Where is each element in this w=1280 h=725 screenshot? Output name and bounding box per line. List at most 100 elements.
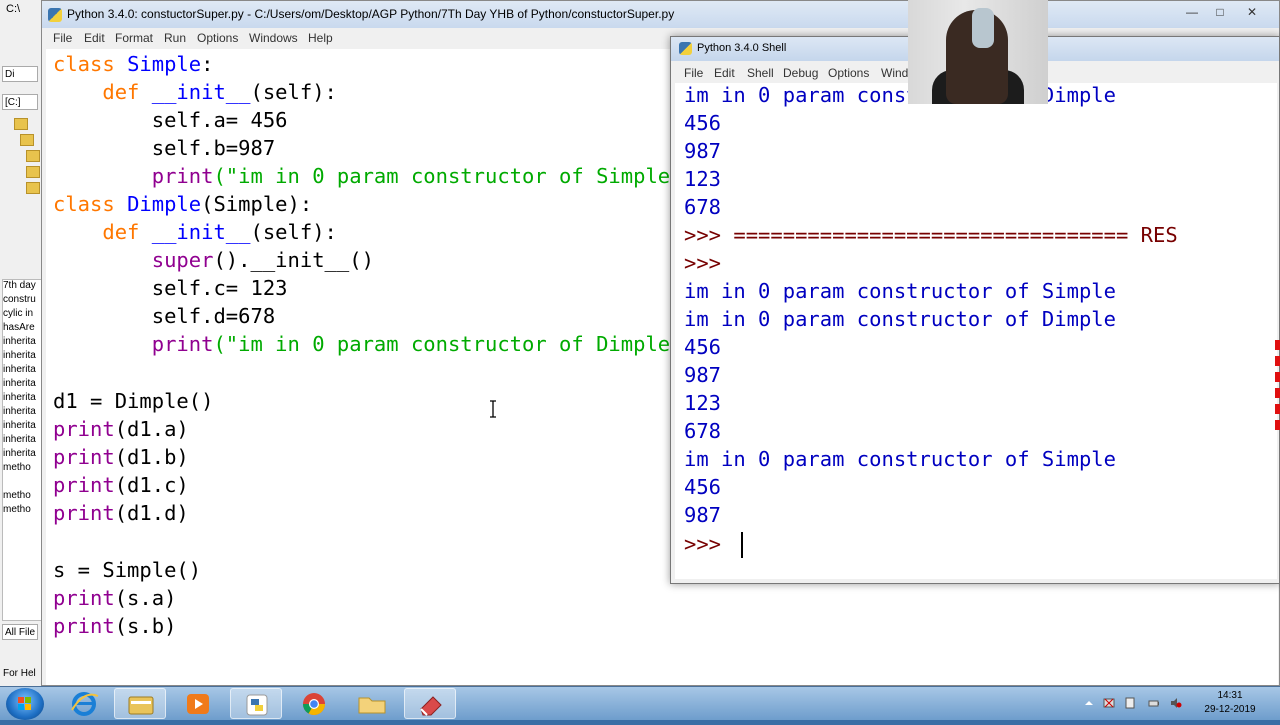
explorer-file-item[interactable]: inherita	[3, 447, 36, 461]
shell-output[interactable]: im in 0 param constructor of Dimple 456 …	[675, 83, 1277, 579]
code-line: class Simple:	[53, 52, 214, 76]
explorer-drive-box[interactable]: [C:]	[2, 94, 38, 110]
explorer-file-item[interactable]: 7th day	[3, 279, 36, 293]
shell-menu-debug[interactable]: Debug	[783, 66, 818, 80]
folder-icon	[358, 697, 386, 714]
folder-icon	[26, 166, 40, 178]
explorer-title: C:\	[6, 3, 21, 15]
taskbar-folder[interactable]	[346, 688, 398, 719]
explorer-file-item[interactable]: cylic in	[3, 307, 33, 321]
shell-title: Python 3.4.0 Shell	[697, 42, 787, 54]
code-line: d1 = Dimple()	[53, 389, 214, 413]
media-player-icon	[187, 694, 209, 714]
output-line: 987	[684, 139, 722, 163]
code-line: print(s.a)	[53, 586, 177, 610]
code-line: print("im in 0 param constructor of Dimp…	[151, 332, 695, 356]
code-line: super().__init__()	[151, 248, 374, 272]
clock-date[interactable]: 29-12-2019	[1200, 704, 1260, 715]
explorer-file-item[interactable]: inherita	[3, 405, 36, 419]
explorer-filter-box[interactable]: All File	[2, 624, 38, 640]
code-line: print(d1.b)	[53, 445, 189, 469]
red-mark	[1275, 420, 1280, 430]
output-line: im in 0 param constructor of Simple	[684, 279, 1116, 303]
clock-time[interactable]: 14:31	[1212, 690, 1248, 701]
code-line: print(s.b)	[53, 614, 177, 638]
editor-title: Python 3.4.0: constuctorSuper.py - C:/Us…	[67, 7, 675, 21]
python-icon	[246, 694, 268, 716]
shell-menu-edit[interactable]: Edit	[714, 66, 735, 80]
shell-menu-shell[interactable]: Shell	[747, 66, 774, 80]
webcam-bottle	[972, 8, 994, 48]
editor-menu-format[interactable]: Format	[115, 31, 153, 45]
red-mark	[1275, 340, 1280, 350]
taskbar-file-explorer[interactable]	[114, 688, 166, 719]
network-icon[interactable]	[1103, 697, 1115, 709]
output-line: 123	[684, 391, 722, 415]
code-line: self.a= 456	[151, 108, 288, 132]
code-line: def __init__(self):	[102, 220, 337, 244]
shell-menu-file[interactable]: File	[684, 66, 703, 80]
editor-titlebar[interactable]: Python 3.4.0: constuctorSuper.py - C:/Us…	[42, 1, 1279, 28]
explorer-file-item[interactable]: inherita	[3, 419, 36, 433]
editor-menu-windows[interactable]: Windows	[249, 31, 298, 45]
editor-menu-file[interactable]: File	[53, 31, 72, 45]
explorer-file-item[interactable]: inherita	[3, 377, 36, 391]
explorer-file-item[interactable]: inherita	[3, 349, 36, 363]
code-line: print(d1.d)	[53, 501, 189, 525]
output-line: 678	[684, 195, 722, 219]
volume-icon[interactable]	[1170, 697, 1182, 709]
taskbar-media-player[interactable]	[172, 688, 224, 719]
shell-prompt: >>>	[684, 251, 722, 275]
webcam-overlay	[908, 0, 1048, 104]
folder-icon	[26, 182, 40, 194]
power-icon[interactable]	[1148, 697, 1160, 709]
show-hidden-icons-icon[interactable]	[1083, 697, 1095, 709]
red-mark	[1275, 388, 1280, 398]
editor-menu-run[interactable]: Run	[164, 31, 186, 45]
explorer-file-item[interactable]: inherita	[3, 363, 36, 377]
editor-menu-edit[interactable]: Edit	[84, 31, 105, 45]
explorer-file-item[interactable]: hasAre	[3, 321, 35, 335]
restart-line: >>> ================================ RES	[684, 221, 1178, 249]
explorer-file-item[interactable]: metho	[3, 503, 31, 517]
python-icon	[679, 42, 692, 55]
explorer-file-item[interactable]: inherita	[3, 335, 36, 349]
editor-menu-help[interactable]: Help	[308, 31, 333, 45]
red-mark	[1275, 356, 1280, 366]
text-cursor-icon	[490, 400, 496, 418]
eraser-icon	[420, 696, 442, 716]
explorer-file-item[interactable]: constru	[3, 293, 36, 307]
explorer-address-box[interactable]: Di	[2, 66, 38, 82]
shell-menu-options[interactable]: Options	[828, 66, 869, 80]
action-center-icon[interactable]	[1124, 697, 1136, 709]
output-line: 456	[684, 475, 722, 499]
minimize-icon[interactable]: —	[1178, 3, 1206, 21]
windows-logo-icon	[18, 697, 31, 710]
output-line: 987	[684, 503, 722, 527]
taskbar-eraser-tool[interactable]	[404, 688, 456, 719]
explorer-file-item[interactable]: metho	[3, 489, 31, 503]
explorer-file-item[interactable]: metho	[3, 461, 31, 475]
chrome-icon	[303, 693, 325, 715]
red-mark	[1275, 404, 1280, 414]
maximize-icon[interactable]: □	[1206, 3, 1234, 21]
explorer-file-item[interactable]: inherita	[3, 391, 36, 405]
close-icon[interactable]: ✕	[1238, 3, 1266, 21]
text-caret	[741, 532, 743, 558]
taskbar-python-idle[interactable]	[230, 688, 282, 719]
code-line: print(d1.c)	[53, 473, 189, 497]
output-line: im in 0 param constructor of Dimple	[684, 83, 1116, 107]
editor-menu-options[interactable]: Options	[197, 31, 238, 45]
code-line: def __init__(self):	[102, 80, 337, 104]
code-line: self.d=678	[151, 304, 276, 328]
explorer-status-text: For Hel	[3, 668, 36, 679]
taskbar-internet-explorer[interactable]	[58, 688, 110, 719]
explorer-file-item[interactable]: inherita	[3, 433, 36, 447]
file-explorer-icon	[128, 696, 154, 715]
shell-prompt: >>>	[684, 223, 722, 247]
background-explorer-window: C:\ Di [C:] 7th day constru cylic in has…	[0, 0, 45, 686]
internet-explorer-icon	[71, 692, 99, 716]
taskbar-chrome[interactable]	[288, 688, 340, 719]
start-button[interactable]	[6, 688, 44, 720]
restart-separator: ================================ RES	[721, 223, 1178, 247]
